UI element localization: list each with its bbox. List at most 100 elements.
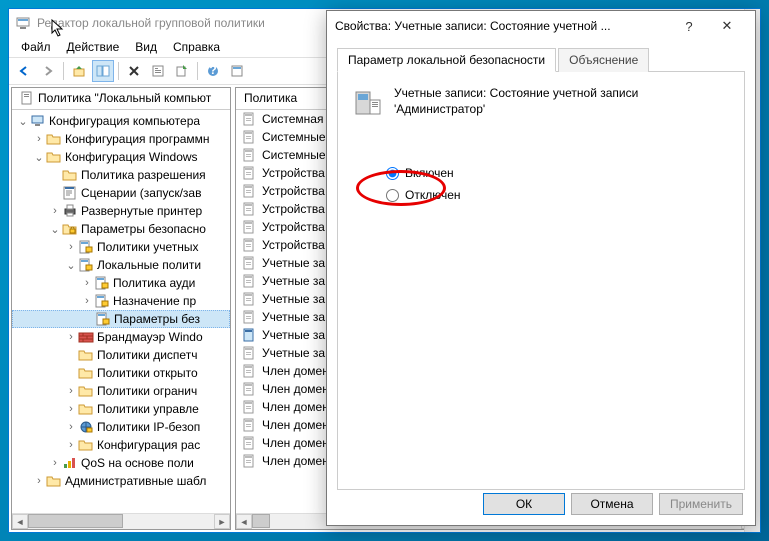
export-button[interactable] bbox=[171, 60, 193, 82]
collapse-icon[interactable]: ⌄ bbox=[48, 223, 62, 236]
scroll-left-button[interactable]: ◄ bbox=[12, 514, 28, 529]
cancel-button[interactable]: Отмена bbox=[571, 493, 653, 515]
expand-icon[interactable]: › bbox=[64, 439, 78, 451]
expand-icon[interactable]: › bbox=[64, 403, 78, 415]
delete-button[interactable] bbox=[123, 60, 145, 82]
help-button[interactable]: ? bbox=[671, 19, 707, 34]
tree-item[interactable]: › Политики огранич bbox=[12, 382, 230, 400]
policy-item-icon bbox=[242, 273, 258, 289]
menu-help[interactable]: Справка bbox=[167, 38, 226, 56]
list-item-label: Системные bbox=[262, 130, 326, 144]
policy-item-icon bbox=[242, 435, 258, 451]
radio-disabled-label[interactable]: Отключен bbox=[405, 188, 461, 202]
expand-icon[interactable]: › bbox=[64, 421, 78, 433]
expand-icon[interactable]: › bbox=[64, 241, 78, 253]
dialog-tabs: Параметр локальной безопасности Объяснен… bbox=[337, 47, 745, 72]
tab-explanation[interactable]: Объяснение bbox=[558, 48, 649, 72]
tree-item-label: Сценарии (запуск/зав bbox=[81, 186, 201, 200]
tree-hscroll[interactable]: ◄ ► bbox=[12, 513, 230, 529]
tree-item[interactable]: › Развернутые принтер bbox=[12, 202, 230, 220]
tree-item[interactable]: ⌄Параметры безопасно bbox=[12, 220, 230, 238]
list-item-label: Учетные за bbox=[262, 292, 325, 306]
tab-panel: Учетные записи: Состояние учетной записи… bbox=[337, 72, 745, 490]
radio-enabled-label[interactable]: Включен bbox=[405, 166, 454, 180]
collapse-icon[interactable]: ⌄ bbox=[64, 259, 78, 272]
tree-item[interactable]: › Назначение пр bbox=[12, 292, 230, 310]
close-button[interactable]: ✕ bbox=[707, 18, 747, 34]
tree-item[interactable]: Параметры без bbox=[12, 310, 230, 328]
show-tree-button[interactable] bbox=[92, 60, 114, 82]
expand-icon[interactable]: › bbox=[48, 457, 62, 469]
tree-item[interactable]: Политики открыто bbox=[12, 364, 230, 382]
tree-item[interactable]: ›Конфигурация рас bbox=[12, 436, 230, 454]
tree-item[interactable]: ›Политики IP-безоп bbox=[12, 418, 230, 436]
list-item-label: Учетные за bbox=[262, 310, 325, 324]
scroll-right-button[interactable]: ► bbox=[214, 514, 230, 529]
tree-item-label: Конфигурация программн bbox=[65, 132, 210, 146]
expand-icon[interactable]: › bbox=[32, 475, 46, 487]
expand-icon[interactable]: › bbox=[80, 295, 94, 307]
tree-item[interactable]: ›Административные шабл bbox=[12, 472, 230, 490]
list-item-label: Член домен bbox=[262, 382, 329, 396]
radio-enabled[interactable] bbox=[386, 167, 399, 180]
collapse-icon[interactable]: ⌄ bbox=[32, 151, 46, 164]
tree-item[interactable]: ›Политика ауди bbox=[12, 274, 230, 292]
tab-local-security[interactable]: Параметр локальной безопасности bbox=[337, 48, 556, 72]
properties-button[interactable] bbox=[147, 60, 169, 82]
policy-item-icon bbox=[242, 363, 258, 379]
expand-icon[interactable]: › bbox=[64, 331, 78, 343]
apply-button[interactable]: Применить bbox=[659, 493, 743, 515]
dialog-titlebar[interactable]: Свойства: Учетные записи: Состояние учет… bbox=[327, 11, 755, 41]
collapse-icon[interactable]: ⌄ bbox=[16, 115, 30, 128]
tree-item-label: Развернутые принтер bbox=[81, 204, 202, 218]
expand-icon[interactable]: › bbox=[32, 133, 46, 145]
policy-icon bbox=[94, 293, 110, 309]
tree-item-label: Конфигурация Windows bbox=[65, 150, 198, 164]
tree-item[interactable]: Политика разрешения bbox=[12, 166, 230, 184]
policy-item-icon bbox=[242, 255, 258, 271]
expand-icon[interactable]: › bbox=[48, 205, 62, 217]
list-item-label: Устройства bbox=[262, 220, 325, 234]
back-button[interactable] bbox=[13, 60, 35, 82]
policy-item-icon bbox=[242, 129, 258, 145]
tree-root-label[interactable]: Политика "Локальный компьют bbox=[12, 88, 230, 110]
tree-item[interactable]: › Конфигурация программн bbox=[12, 130, 230, 148]
tree-item-label: Локальные полити bbox=[97, 258, 201, 272]
tree-item-label: Параметры без bbox=[114, 312, 200, 326]
policy-item-icon bbox=[242, 237, 258, 253]
refresh-button[interactable] bbox=[226, 60, 248, 82]
tree-item[interactable]: Политики диспетч bbox=[12, 346, 230, 364]
policy-item-icon bbox=[242, 345, 258, 361]
help-button[interactable]: ? bbox=[202, 60, 224, 82]
tree-item[interactable]: › Политики учетных bbox=[12, 238, 230, 256]
up-button[interactable] bbox=[68, 60, 90, 82]
svg-text:?: ? bbox=[209, 64, 216, 77]
tree-item[interactable]: ›QoS на основе поли bbox=[12, 454, 230, 472]
folder-icon bbox=[78, 347, 94, 363]
list-item-label: Устройства bbox=[262, 166, 325, 180]
expand-icon[interactable]: › bbox=[64, 385, 78, 397]
tree[interactable]: ⌄Конфигурация компьютера › Конфигурация пр… bbox=[12, 110, 230, 492]
tree-item[interactable]: Сценарии (запуск/зав bbox=[12, 184, 230, 202]
ok-button[interactable]: ОК bbox=[483, 493, 565, 515]
list-item-label: Учетные за bbox=[262, 346, 325, 360]
tree-item[interactable]: ⌄ Конфигурация Windows bbox=[12, 148, 230, 166]
tree-item[interactable]: ⌄Конфигурация компьютера bbox=[12, 112, 230, 130]
scroll-left-button[interactable]: ◄ bbox=[236, 514, 252, 529]
policy-item-icon bbox=[242, 183, 258, 199]
tree-item[interactable]: ⌄ Локальные полити bbox=[12, 256, 230, 274]
printer-icon bbox=[62, 203, 78, 219]
tree-item[interactable]: › Брандмауэр Windo bbox=[12, 328, 230, 346]
menu-file[interactable]: Файл bbox=[15, 38, 57, 56]
computer-icon bbox=[30, 113, 46, 129]
radio-disabled[interactable] bbox=[386, 189, 399, 202]
tree-item[interactable]: ›Политики управле bbox=[12, 400, 230, 418]
forward-button[interactable] bbox=[37, 60, 59, 82]
tree-item-label: Назначение пр bbox=[113, 294, 196, 308]
tree-item-label: Политики огранич bbox=[97, 384, 197, 398]
tree-item-label: Политики учетных bbox=[97, 240, 199, 254]
menu-action[interactable]: Действие bbox=[61, 38, 126, 56]
expand-icon[interactable]: › bbox=[80, 277, 94, 289]
menu-view[interactable]: Вид bbox=[129, 38, 163, 56]
tree-item-label: Брандмауэр Windo bbox=[97, 330, 203, 344]
